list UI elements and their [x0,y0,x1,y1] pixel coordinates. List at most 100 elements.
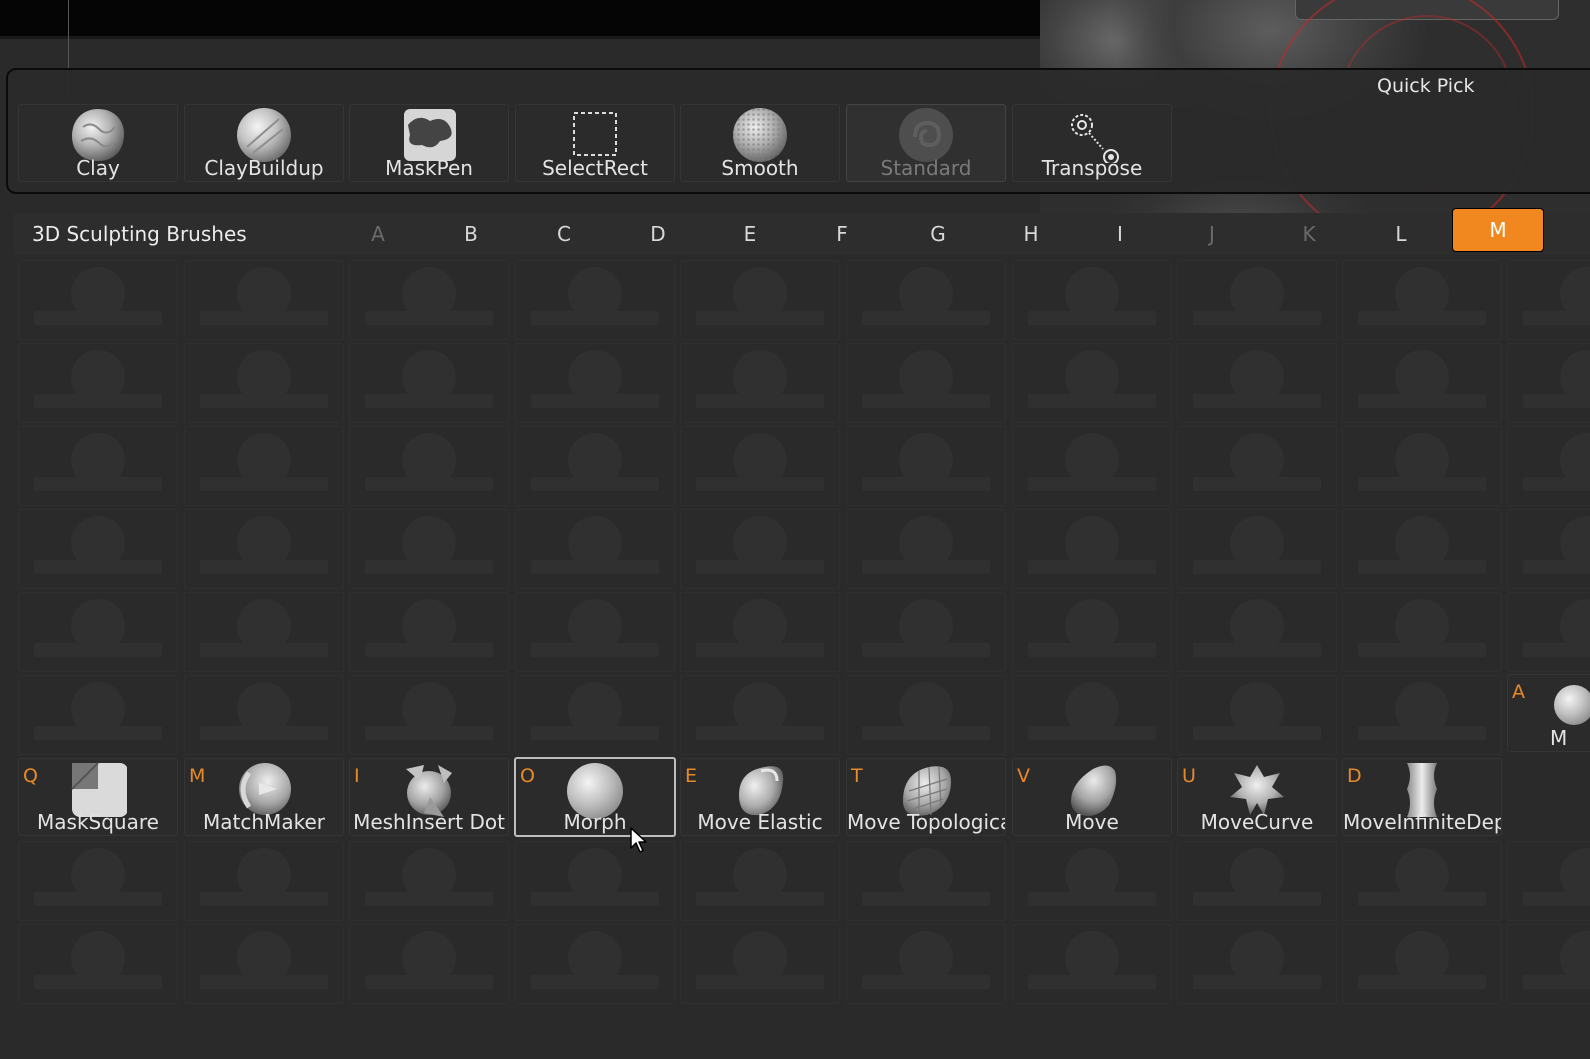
dimmed-brush-label [1028,643,1156,657]
dimmed-brush-slot [1342,841,1502,921]
dimmed-brush-label [1193,643,1321,657]
letter-filter-c[interactable]: C [549,222,579,246]
dimmed-brush-slot [515,924,675,1004]
dimmed-brush-label [200,726,328,740]
dimmed-brush-slot [349,509,509,589]
dimmed-brush-slot [515,260,675,340]
dimmed-brush-slot [1012,592,1172,672]
dimmed-brush-label [531,560,659,574]
claybuildup-brush-icon [235,107,293,163]
brush-movecurve[interactable]: U MoveCurve [1177,758,1337,836]
dimmed-brush-slot [1507,924,1590,1004]
dimmed-brush-label [1358,394,1486,408]
letter-filter-g[interactable]: G [923,222,953,246]
dimmed-brush-slot [680,509,840,589]
shortcut-key: E [685,765,698,787]
dimmed-brush-label [1193,477,1321,491]
letter-filter-h[interactable]: H [1016,222,1046,246]
dimmed-brush-slot [349,592,509,672]
dimmed-brush-slot [18,924,178,1004]
dimmed-brush-slot [18,260,178,340]
dimmed-brush-label [696,560,824,574]
letter-filter-j[interactable]: J [1197,222,1227,246]
dimmed-brush-label [531,726,659,740]
dimmed-brush-slot [846,260,1006,340]
dimmed-brush-slot [1342,343,1502,423]
dimmed-brush-slot [515,426,675,506]
dimmed-brush-slot [1177,260,1337,340]
quick-pick-clay[interactable]: Clay [18,104,178,182]
letter-filter-d[interactable]: D [643,222,673,246]
quick-pick-smooth[interactable]: Smooth [680,104,840,182]
dimmed-brush-slot [1177,426,1337,506]
dimmed-brush-slot [1507,592,1590,672]
dimmed-brush-slot [515,343,675,423]
dimmed-brush-slot [349,343,509,423]
dimmed-brush-slot [1012,841,1172,921]
dimmed-brush-label [365,892,493,906]
quick-pick-standard[interactable]: Standard [846,104,1006,182]
dimmed-brush-slot [1507,841,1590,921]
dimmed-brush-slot [680,675,840,755]
letter-filter-i[interactable]: I [1105,222,1135,246]
dimmed-brush-slot [1012,675,1172,755]
dimmed-brush-slot [515,509,675,589]
dimmed-brush-label [1028,892,1156,906]
dimmed-brush-label [1028,394,1156,408]
brush-morph[interactable]: O Morph [514,757,676,837]
shortcut-key: A [1512,681,1525,703]
brush-move-elastic[interactable]: E Move Elastic [680,758,840,836]
brush-move-topological[interactable]: T Move Topologica [846,758,1006,836]
brush-meshinsert-dot[interactable]: I MeshInsert Dot [349,758,509,836]
dimmed-brush-slot [846,924,1006,1004]
shortcut-key: Q [23,765,38,787]
brush-icon [1554,677,1590,733]
letter-filter-m[interactable]: M [1452,208,1544,252]
dimmed-brush-slot [184,841,344,921]
dimmed-brush-label [1028,975,1156,989]
dimmed-brush-label [34,311,162,325]
brush-masksquare[interactable]: Q MaskSquare [18,758,178,836]
dimmed-brush-label [531,477,659,491]
quick-pick-selectrect[interactable]: SelectRect [515,104,675,182]
shortcut-key: T [851,765,863,787]
quick-pick-transpose[interactable]: Transpose [1012,104,1172,182]
quick-pick-label: Smooth [721,156,799,180]
dimmed-brush-label [200,394,328,408]
brush-label: MeshInsert Dot [353,810,505,834]
dimmed-brush-label [1523,643,1590,657]
dimmed-brush-slot [680,343,840,423]
brush-label: Move [1065,810,1119,834]
dimmed-brush-slot [1177,343,1337,423]
letter-filter-b[interactable]: B [456,222,486,246]
dimmed-brush-label [1193,726,1321,740]
dimmed-brush-slot [349,841,509,921]
dimmed-brush-label [34,560,162,574]
brush-moveinfinitedepth[interactable]: D MoveInfiniteDep [1342,758,1502,836]
quick-pick-maskpen[interactable]: MaskPen [349,104,509,182]
dimmed-brush-label [1028,311,1156,325]
brush-partial-visible[interactable]: A M [1507,674,1590,752]
quick-pick-claybuildup[interactable]: ClayBuildup [184,104,344,182]
dimmed-brush-label [365,726,493,740]
letter-filter-e[interactable]: E [735,222,765,246]
brush-label: MatchMaker [203,810,325,834]
move-brush-icon [1063,761,1121,817]
brush-move[interactable]: V Move [1012,758,1172,836]
brush-matchmaker[interactable]: M MatchMaker [184,758,344,836]
dimmed-brush-label [531,643,659,657]
letter-filter-f[interactable]: F [827,222,857,246]
letter-filter-a[interactable]: A [363,222,393,246]
letter-filter-l[interactable]: L [1386,222,1416,246]
dimmed-brush-label [696,394,824,408]
dimmed-brush-slot [680,592,840,672]
dimmed-brush-slot [184,260,344,340]
quick-pick-title: Quick Pick [1377,75,1475,97]
quick-pick-label: Standard [880,156,972,180]
dimmed-brush-label [696,477,824,491]
dimmed-brush-label [1193,975,1321,989]
quick-pick-label: Clay [76,156,120,180]
dimmed-brush-label [365,643,493,657]
quick-pick-label: SelectRect [542,156,648,180]
letter-filter-k[interactable]: K [1294,222,1324,246]
